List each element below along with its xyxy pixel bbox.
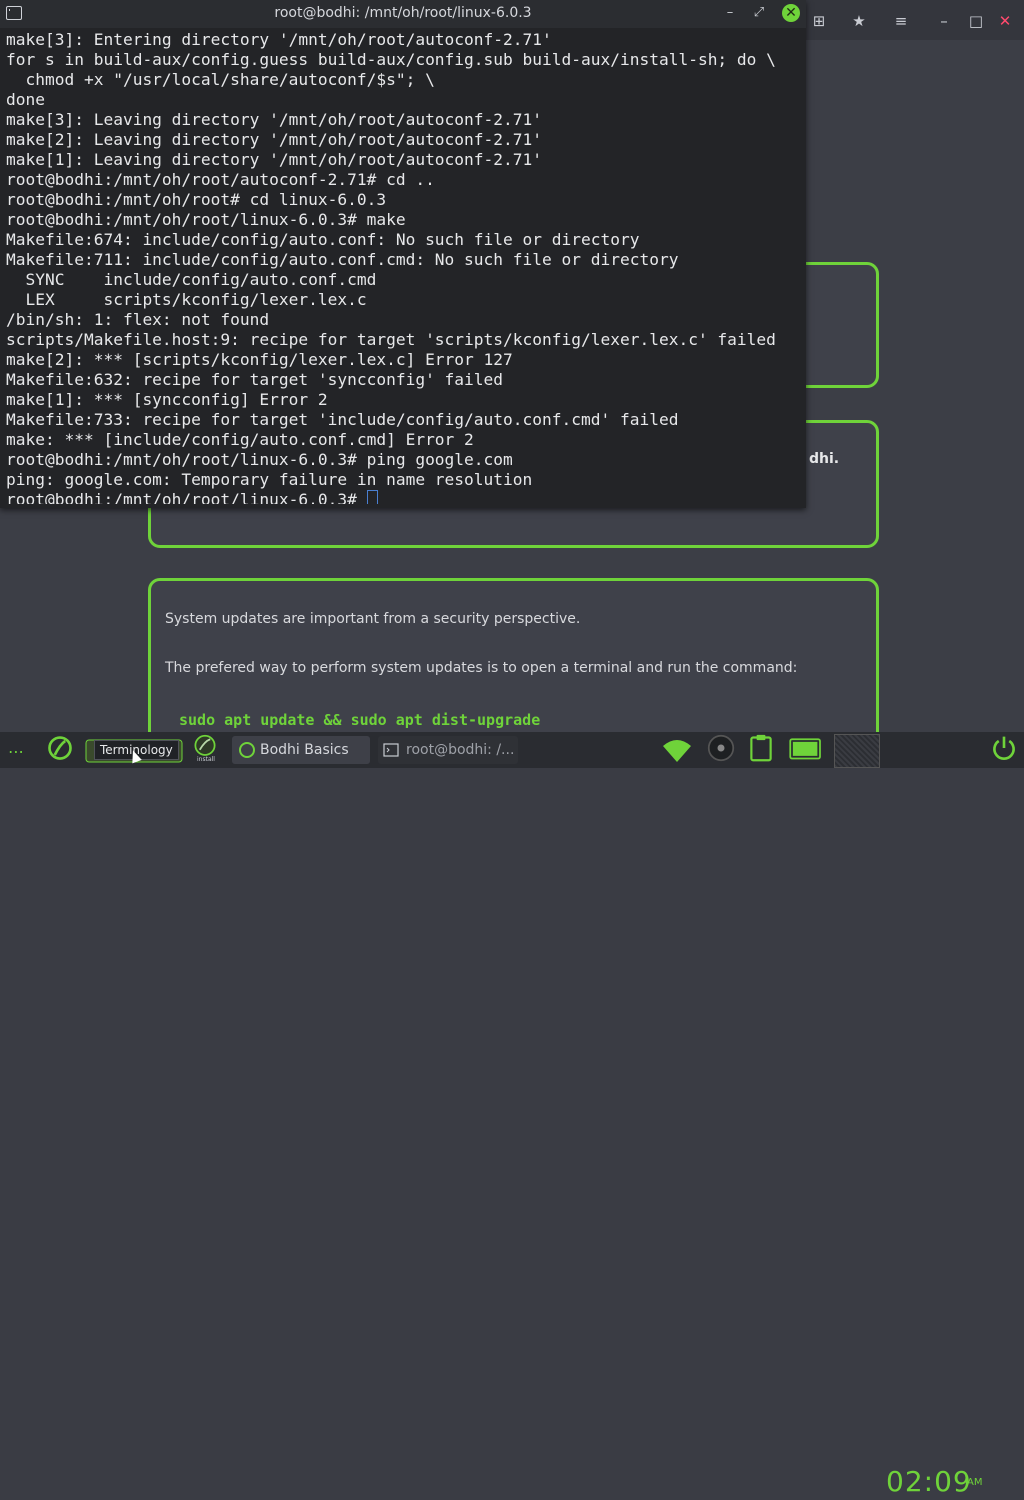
terminal-line: make[2]: *** [scripts/kconfig/lexer.lex.… xyxy=(6,350,513,369)
close-icon[interactable]: ✕ xyxy=(782,4,800,22)
terminal-line: root@bodhi:/mnt/oh/root/linux-6.0.3# pin… xyxy=(6,450,513,469)
card-paragraph-2: The prefered way to perform system updat… xyxy=(165,660,798,676)
maximize-icon[interactable]: ⤢ xyxy=(751,5,767,21)
terminal-titlebar[interactable]: root@bodhi: /mnt/oh/root/linux-6.0.3 – ⤢… xyxy=(0,0,806,28)
terminal-title: root@bodhi: /mnt/oh/root/linux-6.0.3 xyxy=(274,5,532,21)
terminal-prompt-line[interactable]: root@bodhi:/mnt/oh/root/linux-6.0.3# xyxy=(6,490,802,504)
clipboard-icon[interactable] xyxy=(746,734,776,762)
info-card-3: System updates are important from a secu… xyxy=(148,578,879,748)
power-icon[interactable] xyxy=(988,734,1020,762)
bookmark-icon[interactable]: ★ xyxy=(848,10,870,32)
terminal-line: make[2]: Leaving directory '/mnt/oh/root… xyxy=(6,130,543,149)
terminal-output[interactable]: make[3]: Entering directory '/mnt/oh/roo… xyxy=(6,30,802,504)
minimize-icon[interactable]: – xyxy=(722,5,738,21)
close-icon[interactable]: ✕ xyxy=(994,10,1016,32)
terminal-line: root@bodhi:/mnt/oh/root# cd linux-6.0.3 xyxy=(6,190,387,209)
terminal-line: scripts/Makefile.host:9: recipe for targ… xyxy=(6,330,776,349)
terminal-line: Makefile:674: include/config/auto.conf: … xyxy=(6,230,640,249)
bodhi-menu-icon[interactable] xyxy=(44,734,76,762)
bodhi-logo-icon xyxy=(239,742,255,758)
terminal-line: Makefile:733: recipe for target 'include… xyxy=(6,410,679,429)
add-tab-icon[interactable]: ⊞ xyxy=(808,10,830,32)
browser-toolbar: ⊞ ★ ≡ – □ ✕ xyxy=(800,0,1024,40)
apps-grid-icon[interactable]: ⋯ xyxy=(8,742,24,770)
terminal-prompt: root@bodhi:/mnt/oh/root/linux-6.0.3# xyxy=(6,490,367,504)
terminal-line: Makefile:711: include/config/auto.conf.c… xyxy=(6,250,679,269)
terminal-line: make[1]: *** [syncconfig] Error 2 xyxy=(6,390,328,409)
terminal-line: Makefile:632: recipe for target 'synccon… xyxy=(6,370,504,389)
terminal-line: for s in build-aux/config.guess build-au… xyxy=(6,50,776,69)
terminal-line: done xyxy=(6,90,45,109)
terminal-line: SYNC include/config/auto.conf.cmd xyxy=(6,270,377,289)
battery-icon[interactable] xyxy=(786,734,826,762)
workspace-pager[interactable] xyxy=(834,734,880,768)
wifi-icon[interactable] xyxy=(660,736,694,764)
terminal-line: make: *** [include/config/auto.conf.cmd]… xyxy=(6,430,474,449)
card-paragraph-1: System updates are important from a secu… xyxy=(165,611,581,627)
terminal-line: LEX scripts/kconfig/lexer.lex.c xyxy=(6,290,367,309)
terminal-line: make[3]: Leaving directory '/mnt/oh/root… xyxy=(6,110,543,129)
task-label: root@bodhi: /... xyxy=(406,742,515,758)
media-disc-icon[interactable] xyxy=(704,734,738,762)
terminal-line: make[3]: Entering directory '/mnt/oh/roo… xyxy=(6,30,552,49)
menu-icon[interactable]: ≡ xyxy=(890,10,912,32)
terminal-window[interactable]: root@bodhi: /mnt/oh/root/linux-6.0.3 – ⤢… xyxy=(0,0,806,508)
clock-ampm: AM xyxy=(967,1477,983,1488)
terminal-line: root@bodhi:/mnt/oh/root/autoconf-2.71# c… xyxy=(6,170,435,189)
text-cursor xyxy=(366,490,378,504)
terminal-line: chmod +x "/usr/local/share/autoconf/$s";… xyxy=(6,70,435,89)
task-terminal[interactable]: root@bodhi: /... xyxy=(378,736,518,764)
terminal-task-icon xyxy=(383,743,399,757)
terminal-line: /bin/sh: 1: flex: not found xyxy=(6,310,270,329)
task-label: Bodhi Basics xyxy=(260,742,349,758)
card-code-command: sudo apt update && sudo apt dist-upgrade xyxy=(179,711,541,729)
install-label: install xyxy=(197,756,215,763)
card-text-fragment: dhi. xyxy=(809,451,840,467)
minimize-icon[interactable]: – xyxy=(933,10,955,32)
terminal-line: make[1]: Leaving directory '/mnt/oh/root… xyxy=(6,150,543,169)
terminal-line: root@bodhi:/mnt/oh/root/linux-6.0.3# mak… xyxy=(6,210,406,229)
maximize-icon[interactable]: □ xyxy=(965,10,987,32)
terminal-line: ping: google.com: Temporary failure in n… xyxy=(6,470,533,489)
clock-time[interactable]: 02:09 xyxy=(886,1464,972,1500)
task-bodhi-basics[interactable]: Bodhi Basics xyxy=(232,736,370,764)
